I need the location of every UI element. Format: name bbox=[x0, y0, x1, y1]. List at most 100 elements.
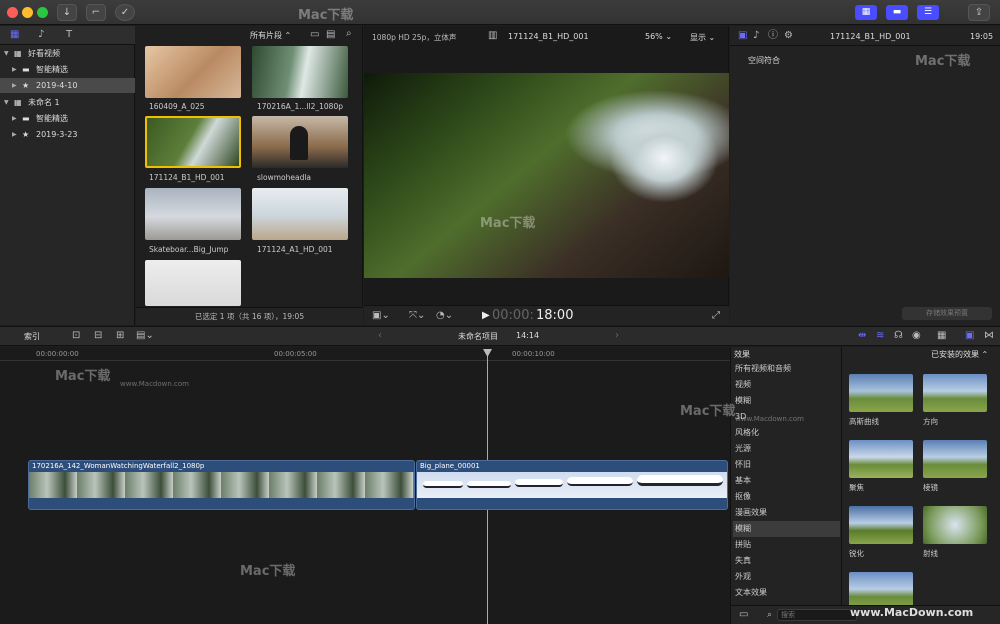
disclosure-closed-icon[interactable]: ▶ bbox=[12, 111, 17, 126]
key-icon[interactable]: ⌐ bbox=[86, 4, 106, 21]
effect-category[interactable]: 失真 bbox=[733, 553, 840, 569]
effect-thumbnail[interactable] bbox=[923, 440, 987, 478]
overwrite-icon[interactable]: ▤⌄ bbox=[136, 331, 154, 341]
effect-category[interactable]: 光源 bbox=[733, 441, 840, 457]
close-window-button[interactable] bbox=[7, 7, 18, 18]
photos-icon[interactable]: ♪ bbox=[38, 30, 44, 40]
clip-appearance-icon[interactable]: ▦ bbox=[937, 331, 946, 341]
star-event-icon: ★ bbox=[22, 81, 30, 90]
zoom-menu[interactable]: 56% ⌄ bbox=[645, 32, 672, 41]
airplane-image bbox=[567, 477, 633, 486]
info-icon[interactable]: ⓘ bbox=[768, 31, 778, 41]
clip-appearance-icon[interactable]: ▭ bbox=[310, 30, 319, 40]
disclosure-closed-icon[interactable]: ▶ bbox=[12, 62, 17, 77]
disclosure-closed-icon[interactable]: ▶ bbox=[12, 78, 17, 93]
retime-icon[interactable]: ◔⌄ bbox=[436, 311, 453, 321]
effect-category[interactable]: 怀旧 bbox=[733, 457, 840, 473]
audio-icon[interactable]: ♪ bbox=[753, 31, 759, 41]
zoom-window-button[interactable] bbox=[37, 7, 48, 18]
effect-category[interactable]: 外观 bbox=[733, 569, 840, 585]
library-item[interactable]: ▶ ★ 2019-4-10 bbox=[0, 78, 135, 93]
effect-category[interactable]: 所有视频和音频 bbox=[733, 361, 840, 377]
clip-thumbnail[interactable] bbox=[145, 46, 241, 98]
timeline-toggle-icon[interactable]: ▬ bbox=[886, 5, 908, 20]
sidebar-toggle-icon[interactable]: ▭ bbox=[739, 610, 748, 620]
effect-category[interactable]: 风格化 bbox=[733, 425, 840, 441]
library-item[interactable]: ▶ ▬ 智能精选 bbox=[0, 62, 135, 77]
video-inspector-icon[interactable]: ▣ bbox=[738, 31, 747, 41]
share-icon[interactable]: ⇪ bbox=[968, 4, 990, 21]
ruler-tick-label: 00:00:10:00 bbox=[512, 350, 555, 358]
library-item[interactable]: ▼ ▦ 好看视频 bbox=[0, 46, 135, 61]
library-item[interactable]: ▶ ▬ 智能精选 bbox=[0, 111, 135, 126]
effect-category[interactable]: 抠像 bbox=[733, 489, 840, 505]
library-item[interactable]: ▶ ★ 2019-3-23 bbox=[0, 127, 135, 142]
effect-category[interactable]: 模糊 bbox=[733, 521, 840, 537]
save-effects-preset-button[interactable]: 存储效果预置 bbox=[902, 307, 992, 320]
append-icon[interactable]: ⊞ bbox=[116, 331, 124, 341]
effect-category[interactable]: 文本效果 bbox=[733, 585, 840, 601]
effect-category[interactable]: 漫画效果 bbox=[733, 505, 840, 521]
effect-thumbnail[interactable] bbox=[923, 506, 987, 544]
inspector-toggle-icon[interactable]: ☰ bbox=[917, 5, 939, 20]
background-tasks-icon[interactable]: ✓ bbox=[115, 4, 135, 21]
installed-effects-menu[interactable]: 已安装的效果 ⌃ bbox=[931, 349, 988, 360]
disclosure-open-icon[interactable]: ▼ bbox=[4, 95, 9, 110]
disclosure-open-icon[interactable]: ▼ bbox=[4, 46, 9, 61]
share-settings-icon[interactable]: ⚙ bbox=[784, 31, 793, 41]
index-button[interactable]: 索引 bbox=[24, 331, 40, 342]
audio-skimming-icon[interactable]: ≋ bbox=[876, 331, 884, 341]
effect-category[interactable]: 拼贴 bbox=[733, 537, 840, 553]
transform-icon[interactable]: ⤧⌄ bbox=[409, 311, 425, 321]
clip-thumbnail[interactable] bbox=[252, 116, 348, 168]
solo-icon[interactable]: ◉ bbox=[912, 331, 921, 341]
play-icon[interactable]: ▶ bbox=[482, 311, 490, 321]
forward-icon[interactable]: › bbox=[615, 331, 619, 341]
clip-filter-menu[interactable]: 所有片段 ⌃ bbox=[250, 30, 291, 41]
clip-thumbnail-selected[interactable] bbox=[145, 116, 241, 168]
headphones-icon[interactable]: ☊ bbox=[894, 331, 903, 341]
display-menu[interactable]: 显示 ⌄ bbox=[690, 32, 715, 43]
timeline-clip[interactable]: 170216A_142_WomanWatchingWaterfall2_1080… bbox=[28, 460, 415, 510]
insert-icon[interactable]: ⊟ bbox=[94, 331, 102, 341]
transitions-browser-icon[interactable]: ⋈ bbox=[984, 331, 994, 341]
effects-search-input[interactable] bbox=[777, 609, 857, 621]
clip-browser: 所有片段 ⌃ ▭ ▤ ⌕ 160409_A_025 170216A_1...ll… bbox=[136, 26, 363, 325]
effect-category[interactable]: 基本 bbox=[733, 473, 840, 489]
filmstrip-icon[interactable]: ▤ bbox=[326, 30, 335, 40]
effects-header: 效果 bbox=[734, 350, 750, 359]
effect-category[interactable]: 视频 bbox=[733, 377, 840, 393]
effect-thumbnail[interactable] bbox=[923, 374, 987, 412]
library-item-label: 智能精选 bbox=[36, 114, 68, 123]
effect-thumbnail[interactable] bbox=[849, 440, 913, 478]
timeline[interactable]: 00:00:00:00 00:00:05:00 00:00:10:00 1702… bbox=[0, 347, 730, 624]
library-item-label: 2019-3-23 bbox=[36, 130, 78, 139]
search-icon[interactable]: ⌕ bbox=[346, 29, 352, 39]
clip-thumbnail[interactable] bbox=[252, 46, 348, 98]
clip-label: 160409_A_025 bbox=[149, 102, 205, 111]
fullscreen-icon[interactable]: ⤢ bbox=[712, 311, 720, 321]
import-icon[interactable]: ↓ bbox=[57, 4, 77, 21]
effect-thumbnail[interactable] bbox=[849, 374, 913, 412]
clip-thumbnail[interactable] bbox=[145, 188, 241, 240]
effects-browser-icon[interactable]: ▣ bbox=[965, 331, 974, 341]
back-icon[interactable]: ‹ bbox=[378, 331, 382, 341]
connect-icon[interactable]: ⊡ bbox=[72, 331, 80, 341]
effect-thumbnail[interactable] bbox=[849, 506, 913, 544]
libraries-icon[interactable]: ▦ bbox=[10, 30, 19, 40]
view-options-icon[interactable]: ▣⌄ bbox=[372, 311, 390, 321]
timeline-ruler[interactable]: 00:00:00:00 00:00:05:00 00:00:10:00 bbox=[0, 347, 730, 361]
titles-icon[interactable]: T bbox=[66, 30, 72, 40]
library-item[interactable]: ▼ ▦ 未命名 1 bbox=[0, 95, 135, 110]
divider bbox=[841, 347, 842, 624]
skimming-icon[interactable]: ⇹ bbox=[858, 331, 866, 341]
effect-category[interactable]: 模糊 bbox=[733, 393, 840, 409]
disclosure-closed-icon[interactable]: ▶ bbox=[12, 127, 17, 142]
browser-toggle-icon[interactable]: ▦ bbox=[855, 5, 877, 20]
inspector-clip-name: 171124_B1_HD_001 bbox=[830, 32, 911, 41]
effect-category[interactable]: 3D bbox=[733, 409, 840, 425]
minimize-window-button[interactable] bbox=[22, 7, 33, 18]
clip-thumbnail[interactable] bbox=[145, 260, 241, 306]
clip-thumbnail[interactable] bbox=[252, 188, 348, 240]
timeline-clip[interactable]: Big_plane_00001 bbox=[416, 460, 728, 510]
